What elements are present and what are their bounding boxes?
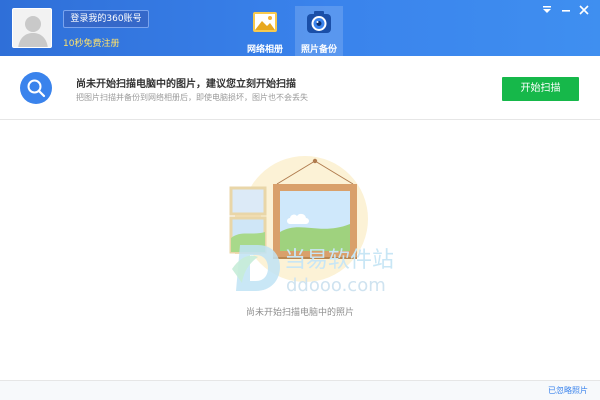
top-bar: 登录我的360账号 10秒免费注册 网络相册 照片备份	[0, 0, 600, 56]
tab-web-album[interactable]: 网络相册	[241, 6, 289, 56]
empty-caption: 尚未开始扫描电脑中的照片	[245, 308, 354, 318]
tab-label: 网络相册	[246, 45, 283, 55]
search-icon	[27, 79, 46, 98]
footer: 已忽略照片	[0, 380, 600, 400]
camera-icon	[307, 11, 331, 33]
user-silhouette-icon	[13, 9, 51, 47]
close-icon[interactable]	[577, 4, 591, 16]
minimize-icon[interactable]	[559, 4, 573, 16]
start-scan-button[interactable]: 开始扫描	[502, 77, 579, 101]
scan-subtitle: 把图片扫描并备份到网络相册后，即使电脑损坏，图片也不会丢失	[76, 93, 308, 102]
site-watermark: 当易软件站 ddooo.com	[232, 245, 393, 296]
tab-photo-backup[interactable]: 照片备份	[295, 6, 343, 56]
scan-title: 尚未开始扫描电脑中的图片，建议您立刻开始扫描	[76, 79, 296, 90]
ignored-photos-link[interactable]: 已忽略照片	[548, 385, 588, 396]
register-link[interactable]: 10秒免费注册	[63, 36, 119, 49]
menu-icon[interactable]	[540, 4, 554, 16]
photo-album-icon	[253, 12, 277, 32]
watermark-name: 当易软件站	[284, 248, 393, 273]
avatar[interactable]	[12, 8, 52, 48]
login-button[interactable]: 登录我的360账号	[63, 10, 149, 28]
tab-label: 照片备份	[300, 45, 337, 55]
main-area: 当易软件站 ddooo.com 尚未开始扫描电脑中的照片	[0, 121, 600, 380]
scan-bar: 尚未开始扫描电脑中的图片，建议您立刻开始扫描 把图片扫描并备份到网络相册后，即使…	[0, 56, 600, 120]
search-icon-badge	[20, 72, 52, 104]
watermark-url: ddooo.com	[286, 275, 386, 296]
